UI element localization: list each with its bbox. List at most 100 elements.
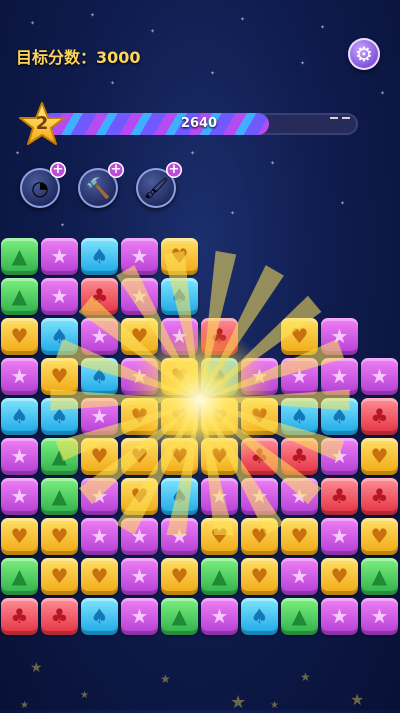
red-club-block[interactable]: ♣ bbox=[361, 398, 398, 435]
yellow-heart-block[interactable]: ♥ bbox=[241, 558, 278, 595]
purple-star-block[interactable]: ★ bbox=[121, 558, 158, 595]
purple-star-block[interactable]: ★ bbox=[201, 478, 238, 515]
yellow-heart-block[interactable]: ♥ bbox=[81, 438, 118, 475]
purple-star-block[interactable]: ★ bbox=[201, 598, 238, 635]
yellow-heart-block[interactable]: ♥ bbox=[121, 318, 158, 355]
sky-star-decoration: ✦ bbox=[150, 28, 156, 35]
yellow-heart-block[interactable]: ♥ bbox=[41, 518, 78, 555]
green-triangle-block[interactable]: ▲ bbox=[201, 558, 238, 595]
yellow-heart-block[interactable]: ♥ bbox=[241, 398, 278, 435]
purple-star-block[interactable]: ★ bbox=[361, 598, 398, 635]
purple-star-block[interactable]: ★ bbox=[121, 598, 158, 635]
purple-star-block[interactable]: ★ bbox=[321, 518, 358, 555]
purple-star-block[interactable]: ★ bbox=[81, 478, 118, 515]
purple-star-block[interactable]: ★ bbox=[281, 558, 318, 595]
purple-star-block[interactable]: ★ bbox=[361, 358, 398, 395]
purple-star-block[interactable]: ★ bbox=[1, 478, 38, 515]
paintbrush-icon: 🖌 bbox=[143, 176, 169, 200]
add-tool-badge[interactable]: + bbox=[108, 162, 124, 178]
add-tool-badge[interactable]: + bbox=[50, 162, 66, 178]
refresh-tool-button[interactable]: ◔ + bbox=[20, 162, 66, 208]
red-club-block[interactable]: ♣ bbox=[361, 478, 398, 515]
purple-star-block[interactable]: ★ bbox=[121, 358, 158, 395]
yellow-heart-block[interactable]: ♥ bbox=[161, 398, 198, 435]
yellow-heart-block[interactable]: ♥ bbox=[241, 518, 278, 555]
yellow-heart-block[interactable]: ♥ bbox=[321, 558, 358, 595]
blue-spade-block[interactable]: ♠ bbox=[81, 238, 118, 275]
blue-spade-block[interactable]: ♠ bbox=[241, 598, 278, 635]
blue-spade-block[interactable]: ♠ bbox=[81, 358, 118, 395]
blue-spade-block[interactable]: ♠ bbox=[1, 398, 38, 435]
yellow-heart-block[interactable]: ♥ bbox=[161, 438, 198, 475]
purple-star-block[interactable]: ★ bbox=[241, 358, 278, 395]
yellow-heart-block[interactable]: ♥ bbox=[161, 558, 198, 595]
blue-spade-block[interactable]: ♠ bbox=[201, 358, 238, 395]
yellow-heart-block[interactable]: ♥ bbox=[201, 398, 238, 435]
purple-star-block[interactable]: ★ bbox=[41, 238, 78, 275]
yellow-heart-block[interactable]: ♥ bbox=[41, 358, 78, 395]
red-club-block[interactable]: ♣ bbox=[1, 598, 38, 635]
red-club-block[interactable]: ♣ bbox=[201, 318, 238, 355]
purple-star-block[interactable]: ★ bbox=[41, 278, 78, 315]
green-triangle-block[interactable]: ▲ bbox=[41, 478, 78, 515]
purple-star-block[interactable]: ★ bbox=[121, 238, 158, 275]
yellow-heart-block[interactable]: ♥ bbox=[81, 558, 118, 595]
green-triangle-block[interactable]: ▲ bbox=[361, 558, 398, 595]
yellow-heart-block[interactable]: ♥ bbox=[121, 398, 158, 435]
yellow-heart-block[interactable]: ♥ bbox=[201, 438, 238, 475]
yellow-heart-block[interactable]: ♥ bbox=[121, 438, 158, 475]
red-club-block[interactable]: ♣ bbox=[281, 438, 318, 475]
hammer-tool-button[interactable]: 🔨 + bbox=[78, 162, 124, 208]
green-triangle-block[interactable]: ▲ bbox=[161, 598, 198, 635]
blue-spade-block[interactable]: ♠ bbox=[41, 318, 78, 355]
blue-spade-block[interactable]: ♠ bbox=[161, 278, 198, 315]
purple-star-block[interactable]: ★ bbox=[81, 398, 118, 435]
yellow-heart-block[interactable]: ♥ bbox=[361, 438, 398, 475]
purple-star-block[interactable]: ★ bbox=[81, 518, 118, 555]
blue-spade-block[interactable]: ♠ bbox=[161, 478, 198, 515]
purple-star-block[interactable]: ★ bbox=[281, 478, 318, 515]
blue-spade-block[interactable]: ♠ bbox=[321, 398, 358, 435]
purple-star-block[interactable]: ★ bbox=[121, 518, 158, 555]
settings-button[interactable]: ⚙ bbox=[348, 38, 380, 70]
yellow-heart-block[interactable]: ♥ bbox=[121, 478, 158, 515]
yellow-heart-block[interactable]: ♥ bbox=[41, 558, 78, 595]
purple-star-block[interactable]: ★ bbox=[1, 438, 38, 475]
blue-spade-block[interactable]: ♠ bbox=[81, 598, 118, 635]
red-club-block[interactable]: ♣ bbox=[41, 598, 78, 635]
sky-star-decoration: ✦ bbox=[30, 20, 36, 27]
purple-star-block[interactable]: ★ bbox=[81, 318, 118, 355]
green-triangle-block[interactable]: ▲ bbox=[1, 278, 38, 315]
yellow-heart-block[interactable]: ♥ bbox=[281, 518, 318, 555]
green-triangle-block[interactable]: ▲ bbox=[281, 598, 318, 635]
blue-spade-block[interactable]: ♠ bbox=[281, 398, 318, 435]
purple-star-block[interactable]: ★ bbox=[321, 318, 358, 355]
yellow-heart-block[interactable]: ♥ bbox=[361, 518, 398, 555]
green-triangle-block[interactable]: ▲ bbox=[1, 558, 38, 595]
add-tool-badge[interactable]: + bbox=[166, 162, 182, 178]
brush-tool-button[interactable]: 🖌 + bbox=[136, 162, 182, 208]
yellow-heart-block[interactable]: ♥ bbox=[1, 318, 38, 355]
yellow-heart-block[interactable]: ♥ bbox=[161, 358, 198, 395]
blue-spade-block[interactable]: ♠ bbox=[41, 398, 78, 435]
red-club-block[interactable]: ♣ bbox=[321, 478, 358, 515]
purple-star-block[interactable]: ★ bbox=[321, 358, 358, 395]
yellow-heart-block[interactable]: ♥ bbox=[161, 238, 198, 275]
purple-star-block[interactable]: ★ bbox=[161, 318, 198, 355]
purple-star-block[interactable]: ★ bbox=[281, 358, 318, 395]
yellow-heart-block[interactable]: ♥ bbox=[1, 518, 38, 555]
red-club-block[interactable]: ♣ bbox=[81, 278, 118, 315]
sky-star-decoration: ✦ bbox=[320, 24, 326, 31]
purple-star-block[interactable]: ★ bbox=[321, 598, 358, 635]
purple-star-block[interactable]: ★ bbox=[1, 358, 38, 395]
purple-star-block[interactable]: ★ bbox=[161, 518, 198, 555]
sky-star-decoration: ✦ bbox=[240, 16, 246, 23]
purple-star-block[interactable]: ★ bbox=[121, 278, 158, 315]
purple-star-block[interactable]: ★ bbox=[241, 478, 278, 515]
red-club-block[interactable]: ♣ bbox=[241, 438, 278, 475]
purple-star-block[interactable]: ★ bbox=[321, 438, 358, 475]
yellow-heart-block[interactable]: ♥ bbox=[201, 518, 238, 555]
green-triangle-block[interactable]: ▲ bbox=[41, 438, 78, 475]
green-triangle-block[interactable]: ▲ bbox=[1, 238, 38, 275]
yellow-heart-block[interactable]: ♥ bbox=[281, 318, 318, 355]
